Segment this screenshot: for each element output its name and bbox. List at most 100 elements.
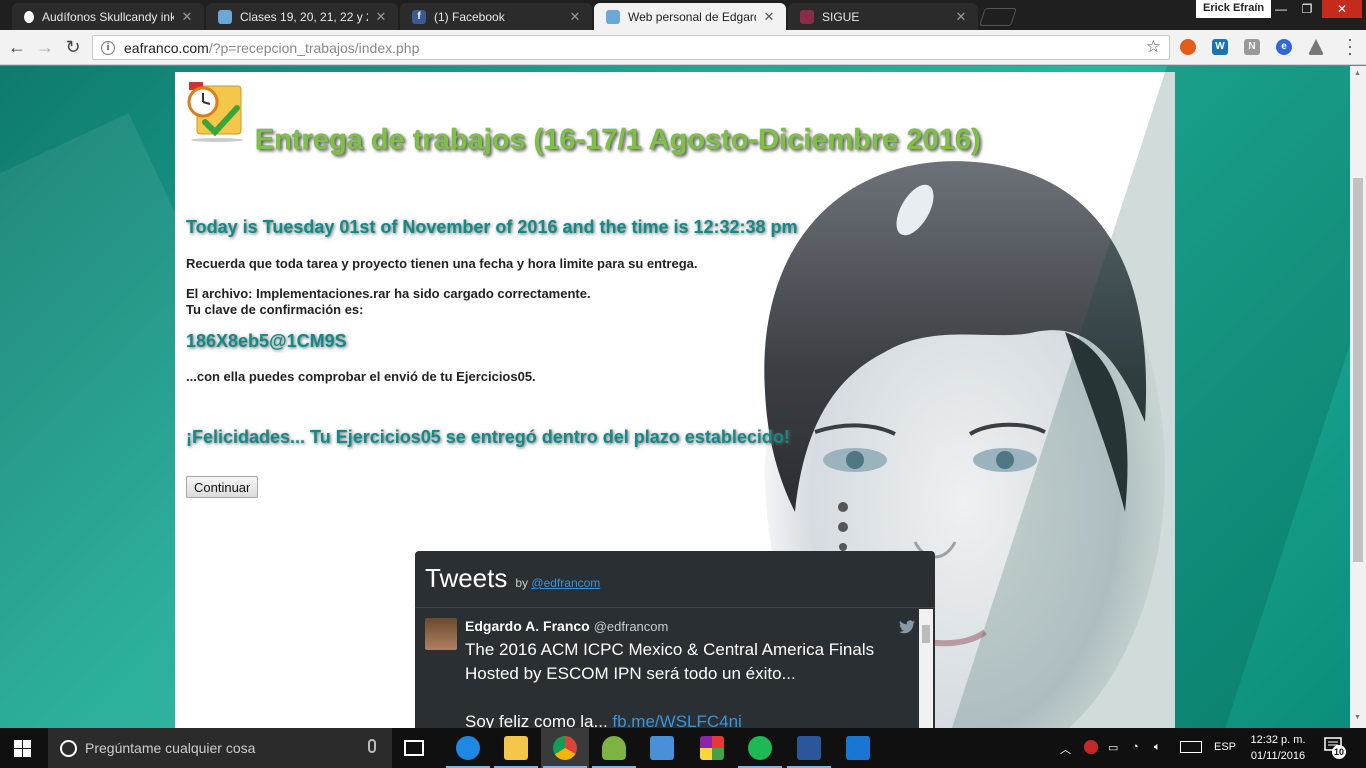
- page-background: Entrega de trabajos (16-17/1 Agosto-Dici…: [0, 66, 1350, 728]
- verify-text: ...con ella puedes comprobar el envió de…: [186, 369, 536, 384]
- antivirus-icon[interactable]: [1084, 740, 1098, 754]
- tweet-author[interactable]: Edgardo A. Franco @edfrancom: [465, 618, 909, 634]
- tweet-author-name[interactable]: Edgardo A. Franco: [465, 618, 590, 634]
- twitter-widget: Tweets by @edfrancom Edgardo A. Franco @e…: [415, 551, 935, 728]
- notification-count: 10: [1332, 745, 1346, 759]
- wifi-icon[interactable]: ◔: [1132, 741, 1139, 753]
- scrollbar-thumb[interactable]: [1353, 178, 1363, 562]
- facebook-icon: f: [412, 9, 426, 24]
- minimize-button[interactable]: —: [1268, 0, 1294, 18]
- twitter-bird-icon[interactable]: [899, 620, 915, 634]
- sigue-icon: [800, 9, 814, 24]
- url-path: /?p=recepcion_trabajos/index.php: [208, 39, 420, 56]
- file-explorer-icon[interactable]: [494, 736, 538, 768]
- extension-n-icon[interactable]: N: [1244, 39, 1260, 55]
- android-studio-icon[interactable]: [592, 736, 636, 768]
- continue-button[interactable]: Continuar: [186, 476, 259, 498]
- tweet-item[interactable]: Edgardo A. Franco @edfrancom The 2016 ACM…: [415, 608, 919, 728]
- tab-sigue[interactable]: SIGUE ✕: [788, 3, 978, 30]
- avatar[interactable]: [425, 618, 457, 650]
- close-icon[interactable]: ✕: [180, 9, 194, 25]
- app-cube-icon[interactable]: [700, 736, 724, 760]
- drive-icon[interactable]: [1308, 39, 1324, 55]
- twitter-handle-link[interactable]: @edfrancom: [531, 576, 600, 590]
- tab-title: (1) Facebook: [434, 9, 505, 24]
- clock-date: 01/11/2016: [1250, 750, 1306, 762]
- content-card: Entrega de trabajos (16-17/1 Agosto-Dici…: [175, 72, 1175, 728]
- restore-button[interactable]: ❐: [1294, 0, 1320, 18]
- cortana-icon: [60, 739, 77, 757]
- tab-title: SIGUE: [822, 9, 860, 24]
- windows-taskbar: Pregúntame cualquier cosa ︿ ▭ ◔ 🔈︎ ESP 1…: [0, 728, 1366, 768]
- congratulations-message: ¡Felicidades... Tu Ejercicios05 se entre…: [186, 427, 790, 447]
- close-icon[interactable]: ✕: [762, 9, 776, 25]
- tab-web-personal[interactable]: Web personal de Edgardo ✕: [594, 3, 786, 30]
- scroll-up-icon[interactable]: ▲: [1354, 70, 1361, 77]
- system-clock[interactable]: 12:32 p. m. 01/11/2016: [1238, 732, 1318, 764]
- browser-tab-strip: Audífonos Skullcandy ink ✕ Clases 19, 20…: [0, 0, 1366, 30]
- word-icon[interactable]: [787, 736, 831, 768]
- tab-title: Web personal de Edgardo: [628, 9, 756, 24]
- tweets-heading: Tweets: [425, 563, 508, 593]
- back-icon[interactable]: ←: [6, 36, 28, 58]
- twitter-widget-header: Tweets by @edfrancom: [415, 551, 935, 608]
- extension-w-icon[interactable]: W: [1212, 39, 1228, 55]
- volume-icon[interactable]: 🔈︎: [1154, 741, 1161, 754]
- reload-icon[interactable]: ↻: [62, 36, 84, 58]
- upload-success-text: El archivo: Implementaciones.rar ha sido…: [186, 286, 591, 301]
- bookmark-star-icon[interactable]: ☆: [1146, 37, 1161, 57]
- upload-status: El archivo: Implementaciones.rar ha sido…: [186, 286, 591, 318]
- tab-facebook[interactable]: f (1) Facebook ✕: [400, 3, 592, 30]
- edge-icon[interactable]: [446, 736, 490, 768]
- tweet-link[interactable]: fb.me/WSLFC4ni: [612, 712, 741, 728]
- search-placeholder: Pregúntame cualquier cosa: [85, 740, 256, 756]
- cortana-search-box[interactable]: Pregúntame cualquier cosa: [48, 728, 392, 768]
- close-icon[interactable]: ✕: [374, 9, 388, 25]
- scroll-down-icon[interactable]: ▼: [1354, 714, 1361, 721]
- page-scrollbar[interactable]: ▲ ▼: [1350, 66, 1366, 728]
- calendar-check-icon: [187, 82, 243, 142]
- tab-clases[interactable]: Clases 19, 20, 21, 22 y 23 ✕: [206, 3, 398, 30]
- tweet-text-line: The 2016 ACM ICPC Mexico & Central Ameri…: [465, 640, 875, 659]
- by-label: by: [515, 576, 529, 590]
- info-icon[interactable]: i: [101, 40, 115, 55]
- extension-e-icon[interactable]: e: [1276, 39, 1292, 55]
- menu-icon[interactable]: · · ·: [1343, 30, 1357, 62]
- close-icon[interactable]: ✕: [954, 9, 968, 25]
- extension-fire-icon[interactable]: [1180, 39, 1196, 55]
- virtualbox-icon[interactable]: [650, 736, 674, 760]
- person-icon: [218, 9, 232, 24]
- address-bar[interactable]: i eafranco.com /?p=recepcion_trabajos/in…: [92, 35, 1170, 60]
- confirmation-key-label: Tu clave de confirmación es:: [186, 302, 364, 317]
- close-icon[interactable]: ✕: [568, 9, 582, 25]
- url-host: eafranco.com: [124, 39, 209, 56]
- teamviewer-icon[interactable]: [846, 736, 870, 760]
- close-window-button[interactable]: ✕: [1322, 0, 1362, 18]
- chrome-icon[interactable]: [543, 736, 587, 768]
- confirmation-key: 186X8eb5@1CM9S: [186, 331, 347, 351]
- keyboard-icon[interactable]: [1180, 741, 1202, 753]
- windows-start-icon[interactable]: [14, 740, 31, 757]
- chevron-up-icon[interactable]: ︿: [1060, 741, 1071, 757]
- spotify-icon[interactable]: [738, 736, 782, 768]
- new-tab-button[interactable]: [979, 8, 1017, 26]
- tweets-scrollbar[interactable]: [919, 609, 933, 728]
- scrollbar-thumb[interactable]: [922, 625, 930, 643]
- current-datetime: Today is Tuesday 01st of November of 201…: [186, 217, 798, 237]
- action-center-icon[interactable]: 10: [1324, 737, 1346, 759]
- tweet-text-line: Soy feliz como la...: [465, 712, 608, 728]
- tweets-by: by @edfrancom: [515, 576, 600, 590]
- tweet-body: The 2016 ACM ICPC Mexico & Central Ameri…: [465, 638, 909, 728]
- lightbulb-icon: [24, 10, 34, 23]
- profile-button[interactable]: Erick Efraín: [1196, 0, 1272, 18]
- power-icon[interactable]: ▭: [1108, 741, 1118, 754]
- deadline-reminder: Recuerda que toda tarea y proyecto tiene…: [186, 256, 698, 271]
- clock-time: 12:32 p. m.: [1250, 734, 1306, 746]
- microphone-icon[interactable]: [368, 739, 376, 753]
- task-view-icon[interactable]: [404, 740, 424, 756]
- tab-skullcandy[interactable]: Audífonos Skullcandy ink ✕: [12, 3, 204, 30]
- language-indicator[interactable]: ESP: [1214, 741, 1236, 753]
- tab-title: Audífonos Skullcandy ink: [42, 9, 174, 24]
- forward-icon[interactable]: →: [34, 36, 56, 58]
- tweet-author-handle[interactable]: @edfrancom: [594, 619, 669, 634]
